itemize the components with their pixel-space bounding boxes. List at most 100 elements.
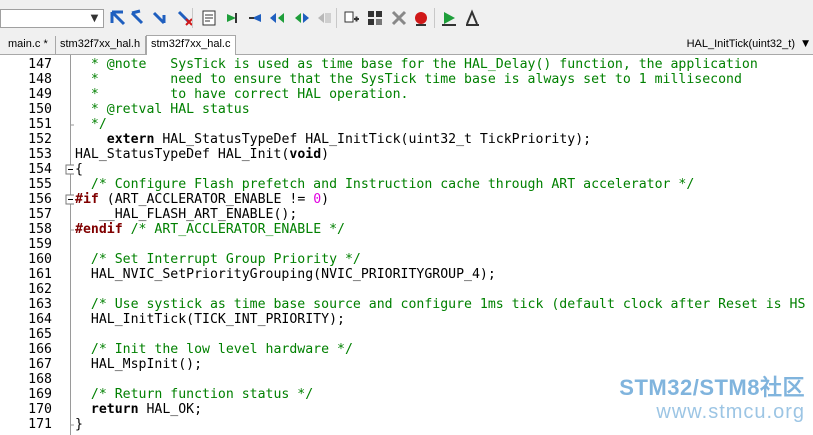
tab-stm32f7xx-hal-c[interactable]: stm32f7xx_hal.c — [146, 35, 236, 55]
code-token: ) — [321, 192, 330, 207]
code-text: /* Configure Flash prefetch and Instruct… — [75, 177, 694, 192]
file-tab-bar: main.c * stm32f7xx_hal.h stm32f7xx_hal.c… — [0, 34, 813, 55]
code-token: HAL_MspInit(); — [75, 357, 203, 372]
code-token: /* Init the low level hardware */ — [75, 342, 353, 357]
uncomment-icon[interactable] — [293, 9, 311, 27]
watermark-title: STM32/STM8社区 — [619, 375, 805, 400]
build-target-icon[interactable] — [343, 9, 361, 27]
code-line[interactable]: 159 — [0, 237, 813, 252]
code-line[interactable]: 154 { — [0, 162, 813, 177]
line-number: 170 — [28, 402, 52, 417]
navigation-combo[interactable]: ▼ — [0, 9, 104, 28]
code-text: /* Use systick as time base source and c… — [75, 297, 806, 312]
code-token: __HAL_FLASH_ART_ENABLE(); — [75, 207, 298, 222]
code-text: * to have correct HAL operation. — [75, 87, 409, 102]
code-line[interactable]: 164 HAL_InitTick(TICK_INT_PRIORITY); — [0, 312, 813, 327]
line-number: 157 — [28, 207, 52, 222]
code-token: { — [75, 162, 83, 177]
toolbar-separator — [434, 8, 435, 28]
code-token: HAL_NVIC_SetPriorityGrouping(NVIC_PRIORI… — [75, 267, 496, 282]
code-line[interactable]: 150 * @retval HAL status — [0, 102, 813, 117]
fold-collapse-icon[interactable] — [60, 192, 76, 207]
bookmark-prev-icon[interactable] — [128, 9, 146, 27]
bookmark-next-icon[interactable] — [150, 9, 168, 27]
toolbar-separator — [192, 8, 193, 28]
bookmark-set-icon[interactable] — [109, 9, 127, 27]
code-editor[interactable]: 147 * @note SysTick is used as time base… — [0, 55, 813, 435]
code-line[interactable]: 155 /* Configure Flash prefetch and Inst… — [0, 177, 813, 192]
code-line[interactable]: 165 — [0, 327, 813, 342]
line-number: 169 — [28, 387, 52, 402]
code-token: */ — [75, 117, 107, 132]
code-line[interactable]: 152 extern HAL_StatusTypeDef HAL_InitTic… — [0, 132, 813, 147]
toolbar-separator — [336, 8, 337, 28]
code-text: * @retval HAL status — [75, 102, 250, 117]
watermark: STM32/STM8社区 www.stmcu.org — [619, 375, 805, 423]
code-token: #endif — [75, 222, 123, 237]
code-token: HAL_InitTick(TICK_INT_PRIORITY); — [75, 312, 345, 327]
code-line[interactable]: 162 — [0, 282, 813, 297]
code-token: /* Set Interrupt Group Priority */ — [75, 252, 361, 267]
line-number: 152 — [28, 132, 52, 147]
code-line[interactable]: 166 /* Init the low level hardware */ — [0, 342, 813, 357]
chevron-down-icon[interactable]: ▼ — [802, 36, 809, 53]
code-token: HAL_OK; — [138, 402, 203, 417]
debug-icon[interactable] — [412, 9, 430, 27]
line-number: 158 — [28, 222, 52, 237]
code-line[interactable]: 156 #if (ART_ACCLERATOR_ENABLE != 0) — [0, 192, 813, 207]
line-number: 166 — [28, 342, 52, 357]
chevron-down-icon[interactable]: ▼ — [87, 11, 102, 26]
code-line[interactable]: 151 */ — [0, 117, 813, 132]
code-text: */ — [75, 117, 107, 132]
line-number: 164 — [28, 312, 52, 327]
code-token: 0 — [313, 192, 322, 207]
rebuild-icon[interactable] — [366, 9, 384, 27]
disabled-icon[interactable] — [315, 9, 333, 27]
line-number: 165 — [28, 327, 52, 342]
code-token: extern — [106, 132, 155, 147]
download-icon[interactable] — [440, 9, 458, 27]
code-token: ) — [321, 147, 330, 162]
code-token: * @note SysTick is used as time base for… — [75, 57, 758, 72]
batch-build-icon[interactable] — [463, 9, 481, 27]
editor-toolbar: ▼ — [0, 0, 813, 35]
code-line[interactable]: 149 * to have correct HAL operation. — [0, 87, 813, 102]
stop-build-icon[interactable] — [390, 9, 408, 27]
code-token: HAL_StatusTypeDef HAL_Init( — [75, 147, 290, 162]
code-text: HAL_InitTick(TICK_INT_PRIORITY); — [75, 312, 345, 327]
code-line[interactable]: 147 * @note SysTick is used as time base… — [0, 57, 813, 72]
line-number: 161 — [28, 267, 52, 282]
code-line[interactable]: 167 HAL_MspInit(); — [0, 357, 813, 372]
tab-stm32f7xx-hal-h[interactable]: stm32f7xx_hal.h — [56, 36, 146, 54]
code-line[interactable]: 161 HAL_NVIC_SetPriorityGrouping(NVIC_PR… — [0, 267, 813, 282]
code-text: } — [75, 417, 83, 432]
code-token: (ART_ACCLERATOR_ENABLE != — [98, 192, 314, 207]
fold-end-icon — [60, 417, 75, 432]
code-line[interactable]: 157 __HAL_FLASH_ART_ENABLE(); — [0, 207, 813, 222]
code-line[interactable]: 158 #endif /* ART_ACCLERATOR_ENABLE */ — [0, 222, 813, 237]
indent-icon[interactable] — [224, 9, 242, 27]
code-line[interactable]: 163 /* Use systick as time base source a… — [0, 297, 813, 312]
fold-end-icon — [60, 117, 75, 132]
watermark-url: www.stmcu.org — [656, 401, 805, 423]
code-text: #if (ART_ACCLERATOR_ENABLE != 0) — [75, 192, 329, 207]
code-token: HAL_StatusTypeDef HAL_InitTick(uint32_t … — [154, 132, 592, 147]
find-in-files-icon[interactable] — [200, 9, 218, 27]
unindent-icon[interactable] — [246, 9, 264, 27]
comment-icon[interactable] — [268, 9, 286, 27]
function-selector[interactable]: HAL_InitTick(uint32_t) — [687, 36, 795, 53]
code-token: * @retval HAL status — [75, 102, 250, 117]
code-line[interactable]: 148 * need to ensure that the SysTick ti… — [0, 72, 813, 87]
tab-main-c[interactable]: main.c * — [4, 36, 56, 54]
tab-label: stm32f7xx_hal.h — [60, 38, 141, 50]
line-number: 168 — [28, 372, 52, 387]
code-text: { — [75, 162, 83, 177]
line-number: 149 — [28, 87, 52, 102]
fold-collapse-icon[interactable] — [60, 162, 76, 177]
line-number: 154 — [28, 162, 52, 177]
code-line[interactable]: 153 HAL_StatusTypeDef HAL_Init(void) — [0, 147, 813, 162]
code-token: * need to ensure that the SysTick time b… — [75, 72, 742, 87]
code-token: /* Use systick as time base source and c… — [75, 297, 806, 312]
code-line[interactable]: 160 /* Set Interrupt Group Priority */ — [0, 252, 813, 267]
